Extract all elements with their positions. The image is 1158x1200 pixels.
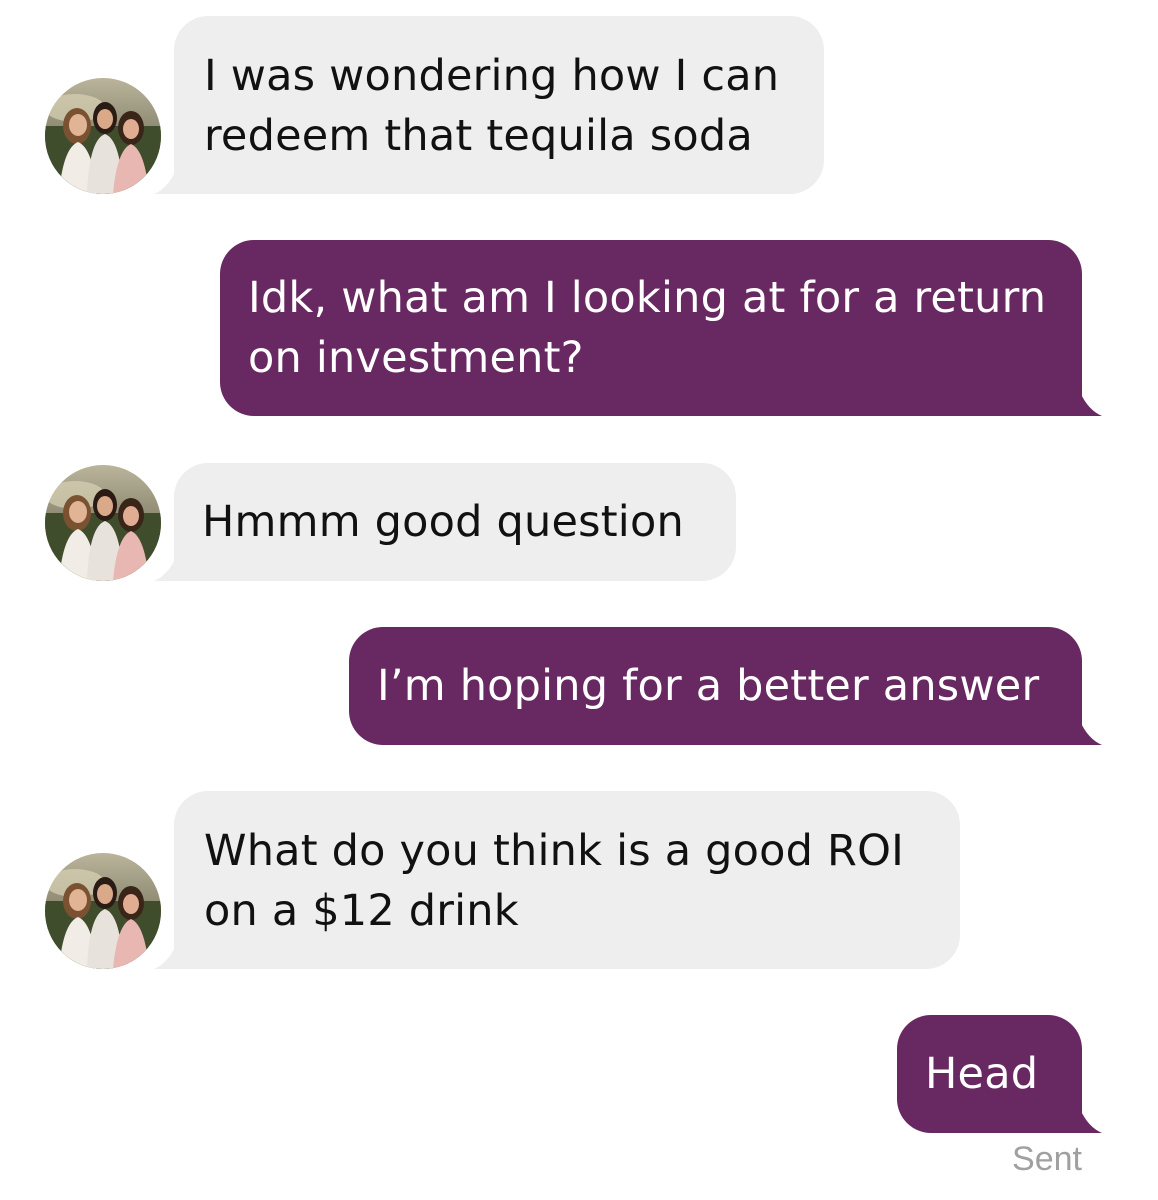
bubble-tail-icon — [1080, 392, 1102, 416]
message-text: Hmmm good question — [202, 497, 684, 547]
message-row-outgoing: I’m hoping for a better answer — [0, 627, 1158, 745]
message-bubble[interactable]: What do you think is a good ROI on a $12… — [174, 791, 960, 969]
bubble-tail-icon — [154, 170, 176, 194]
bubble-tail-icon — [154, 945, 176, 969]
message-row-outgoing: Idk, what am I looking at for a return o… — [0, 240, 1158, 416]
message-text: Idk, what am I looking at for a return o… — [248, 273, 1047, 383]
bubble-tail-icon — [1080, 1109, 1102, 1133]
delivery-status: Sent — [1012, 1140, 1082, 1178]
message-row-incoming: I was wondering how I can redeem that te… — [0, 16, 1158, 194]
message-bubble[interactable]: Hmmm good question — [174, 463, 736, 581]
message-bubble[interactable]: Idk, what am I looking at for a return o… — [220, 240, 1082, 416]
profile-photo-avatar[interactable] — [45, 465, 161, 581]
message-text: I was wondering how I can redeem that te… — [204, 51, 780, 161]
message-text: What do you think is a good ROI on a $12… — [204, 826, 904, 936]
message-text: I’m hoping for a better answer — [377, 661, 1040, 711]
message-row-incoming: Hmmm good question — [0, 463, 1158, 581]
bubble-tail-icon — [1080, 721, 1102, 745]
profile-photo-avatar[interactable] — [45, 853, 161, 969]
message-row-incoming: What do you think is a good ROI on a $12… — [0, 791, 1158, 969]
message-text: Head — [925, 1049, 1039, 1099]
profile-photo-avatar[interactable] — [45, 78, 161, 194]
message-thread: I was wondering how I can redeem that te… — [0, 0, 1158, 1200]
message-bubble[interactable]: Head — [897, 1015, 1082, 1133]
message-bubble[interactable]: I’m hoping for a better answer — [349, 627, 1082, 745]
message-row-outgoing: Head — [0, 1015, 1158, 1133]
bubble-tail-icon — [154, 557, 176, 581]
message-bubble[interactable]: I was wondering how I can redeem that te… — [174, 16, 824, 194]
